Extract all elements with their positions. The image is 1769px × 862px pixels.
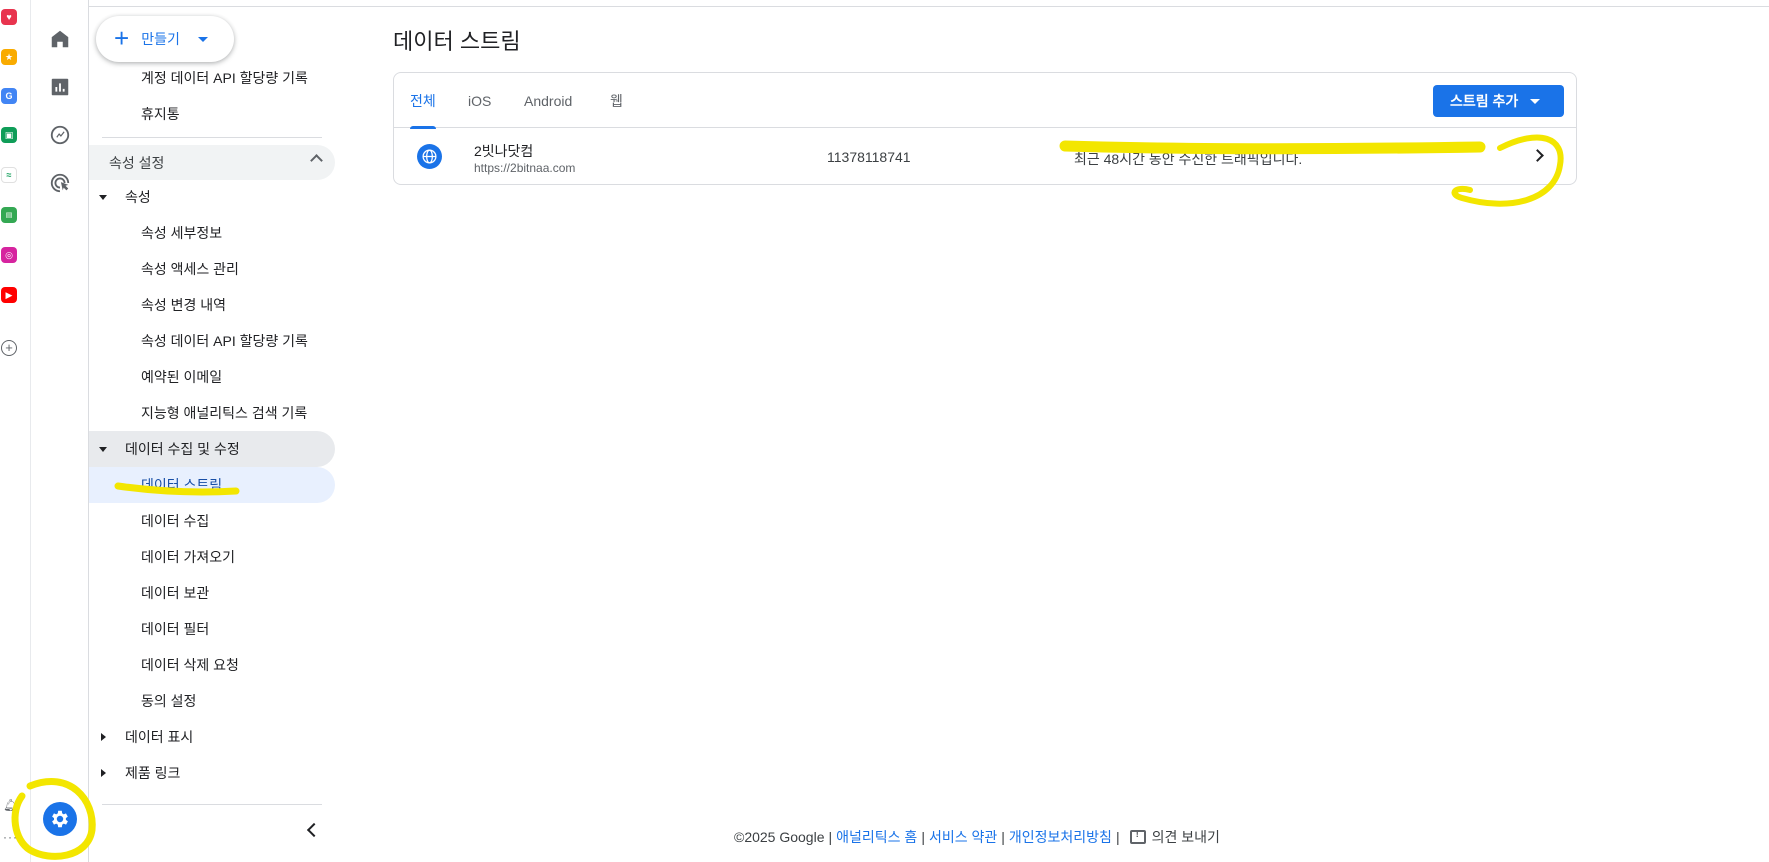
nav-item-data-import[interactable]: 데이터 가져오기 — [89, 539, 335, 575]
tab-all[interactable]: 전체 — [410, 73, 436, 129]
footer-copyright: ©2025 Google — [734, 829, 825, 845]
property-settings-header[interactable]: 속성 설정 — [89, 145, 335, 180]
nav-item-property-details[interactable]: 속성 세부정보 — [89, 215, 335, 251]
tab-ios[interactable]: iOS — [468, 73, 491, 128]
expand-right-icon — [101, 733, 106, 741]
tab-web[interactable]: 웹 — [610, 73, 623, 128]
page-title: 데이터 스트림 — [393, 29, 521, 54]
add-stream-label: 스트림 추가 — [1450, 93, 1519, 109]
stream-url: https://2bitnaa.com — [474, 161, 576, 175]
nav-item-data-filters[interactable]: 데이터 필터 — [89, 611, 335, 647]
home-icon[interactable] — [44, 23, 76, 55]
tab-android[interactable]: Android — [524, 73, 572, 128]
nav-rail — [31, 0, 89, 862]
instagram-icon[interactable]: ◎ — [1, 247, 17, 263]
caret-down-icon — [197, 36, 208, 42]
footer-link-privacy[interactable]: 개인정보처리방침 — [1009, 827, 1112, 847]
nav-group-label: 데이터 수집 및 수정 — [125, 441, 240, 457]
shop-extension-icon[interactable]: ▣ — [1, 127, 17, 143]
nav-group-property[interactable]: 속성 — [89, 179, 335, 215]
stream-tabs: 전체 iOS Android 웹 스트림 추가 — [394, 73, 1576, 129]
chevron-right-icon[interactable] — [1531, 149, 1544, 162]
caret-down-icon — [1530, 98, 1541, 104]
stream-id: 11378118741 — [827, 149, 911, 165]
nav-group-product-links[interactable]: 제품 링크 — [89, 755, 335, 791]
stream-name: 2빗나닷컴 — [474, 143, 534, 159]
nav-group-label: 데이터 표시 — [125, 729, 194, 745]
translate-extension-icon[interactable]: G — [1, 88, 17, 104]
advertising-icon[interactable] — [44, 167, 76, 199]
feedback-icon[interactable] — [1129, 829, 1146, 844]
footer-link-analytics-home[interactable]: 애널리틱스 홈 — [836, 827, 917, 847]
nav-item-property-access[interactable]: 속성 액세스 관리 — [89, 251, 335, 287]
globe-icon — [417, 144, 442, 169]
property-settings-label: 속성 설정 — [109, 154, 165, 171]
nav-divider — [102, 804, 322, 805]
browser-extension-strip: ♥ ★ G ▣ ≈ ▤ ◎ ▶ + 🔔︎ ··· — [0, 0, 31, 862]
nav-group-label: 제품 링크 — [125, 765, 181, 781]
create-button[interactable]: + 만들기 — [96, 16, 234, 62]
stream-status: 최근 48시간 동안 수신한 트래픽입니다. — [1074, 151, 1303, 167]
pocket-extension-icon[interactable]: ♥ — [1, 9, 17, 25]
nav-group-data-display[interactable]: 데이터 표시 — [89, 719, 335, 755]
nav-item-property-history[interactable]: 속성 변경 내역 — [89, 287, 335, 323]
collapse-nav-chevron-icon[interactable] — [305, 823, 319, 837]
nav-group-data-collection[interactable]: 데이터 수집 및 수정 — [89, 431, 335, 467]
footer-feedback[interactable]: 의견 보내기 — [1152, 827, 1220, 847]
add-stream-button[interactable]: 스트림 추가 — [1433, 85, 1564, 117]
settings-gear-icon[interactable] — [43, 802, 77, 836]
bell-icon[interactable]: 🔔︎ — [3, 798, 18, 812]
chat-extension-icon[interactable]: ▤ — [1, 207, 17, 223]
reports-icon[interactable] — [44, 71, 76, 103]
nav-item-consent-settings[interactable]: 동의 설정 — [89, 683, 335, 719]
nav-item-scheduled-emails[interactable]: 예약된 이메일 — [89, 359, 335, 395]
footer-link-terms[interactable]: 서비스 약관 — [929, 827, 997, 847]
nav-item-data-deletion[interactable]: 데이터 삭제 요청 — [89, 647, 335, 683]
create-label: 만들기 — [141, 31, 180, 47]
youtube-icon[interactable]: ▶ — [1, 287, 17, 303]
expand-down-icon — [99, 195, 107, 200]
nav-item-insights-history[interactable]: 지능형 애널리틱스 검색 기록 — [89, 395, 335, 431]
admin-nav: + 만들기 계정 데이터 API 할당량 기록 휴지통 속성 설정 속성 속성 … — [89, 0, 336, 862]
nav-group-label: 속성 — [125, 189, 151, 205]
stream-row[interactable]: 2빗나닷컴 https://2bitnaa.com 11378118741 최근… — [394, 129, 1576, 185]
more-icon[interactable]: ··· — [3, 830, 18, 844]
streams-card: 전체 iOS Android 웹 스트림 추가 2빗나닷컴 https://2b… — [393, 72, 1577, 185]
chevron-up-icon — [310, 154, 323, 167]
plus-icon: + — [114, 23, 130, 53]
nav-item-property-api-quota[interactable]: 속성 데이터 API 할당량 기록 — [89, 323, 335, 359]
expand-right-icon — [101, 769, 106, 777]
bookmark-extension-icon[interactable]: ★ — [1, 49, 17, 65]
nav-item-data-collection[interactable]: 데이터 수집 — [89, 503, 335, 539]
footer: ©2025 Google | 애널리틱스 홈 | 서비스 약관 | 개인정보처리… — [734, 827, 1220, 847]
nav-item-account-api-quota[interactable]: 계정 데이터 API 할당량 기록 — [89, 60, 335, 96]
nav-item-trash[interactable]: 휴지통 — [89, 96, 335, 132]
explore-icon[interactable] — [44, 119, 76, 151]
chart-extension-icon[interactable]: ≈ — [1, 167, 17, 183]
add-extension-icon[interactable]: + — [1, 340, 17, 356]
expand-down-icon — [99, 447, 107, 452]
nav-item-data-retention[interactable]: 데이터 보관 — [89, 575, 335, 611]
nav-divider — [102, 137, 322, 138]
nav-item-data-streams[interactable]: 데이터 스트림 — [89, 467, 335, 503]
